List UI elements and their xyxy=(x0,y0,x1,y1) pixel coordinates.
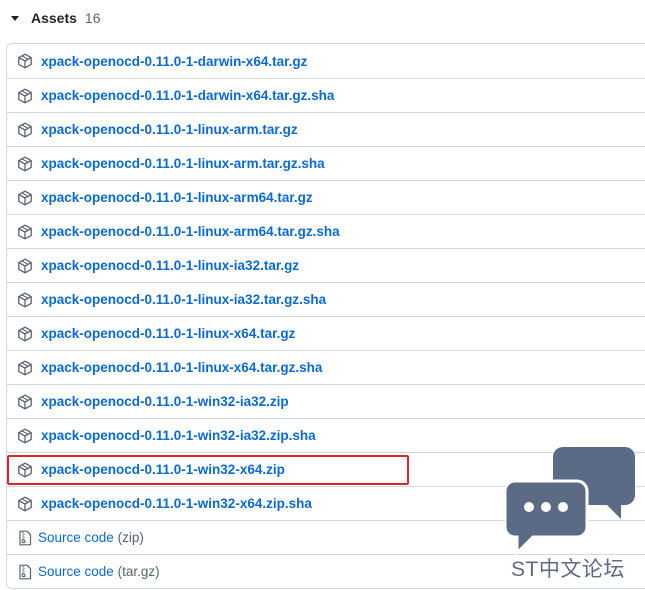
asset-link[interactable]: xpack-openocd-0.11.0-1-linux-ia32.tar.gz xyxy=(41,258,299,273)
source-code-format: (tar.gz) xyxy=(117,564,160,579)
package-icon xyxy=(17,292,33,308)
asset-link[interactable]: xpack-openocd-0.11.0-1-win32-ia32.zip xyxy=(41,394,289,409)
asset-link[interactable]: xpack-openocd-0.11.0-1-linux-arm.tar.gz.… xyxy=(41,156,325,171)
asset-link[interactable]: xpack-openocd-0.11.0-1-darwin-x64.tar.gz xyxy=(41,54,307,69)
asset-row: xpack-openocd-0.11.0-1-linux-x64.tar.gz xyxy=(7,316,645,350)
asset-row: xpack-openocd-0.11.0-1-linux-arm64.tar.g… xyxy=(7,214,645,248)
watermark-text: ST中文论坛 xyxy=(511,558,625,581)
asset-row: xpack-openocd-0.11.0-1-linux-ia32.tar.gz… xyxy=(7,282,645,316)
asset-link[interactable]: xpack-openocd-0.11.0-1-darwin-x64.tar.gz… xyxy=(41,88,334,103)
asset-row: xpack-openocd-0.11.0-1-linux-arm64.tar.g… xyxy=(7,180,645,214)
file-zip-icon xyxy=(18,564,32,580)
source-code-label: Source code xyxy=(38,564,114,579)
package-icon xyxy=(17,360,33,376)
source-code-link[interactable]: Source code (zip) xyxy=(38,530,144,545)
assets-count: 16 xyxy=(84,10,101,26)
package-icon xyxy=(17,258,33,274)
asset-row: xpack-openocd-0.11.0-1-linux-x64.tar.gz.… xyxy=(7,350,645,384)
asset-link[interactable]: xpack-openocd-0.11.0-1-win32-x64.zip xyxy=(41,462,285,477)
asset-row: xpack-openocd-0.11.0-1-darwin-x64.tar.gz… xyxy=(7,78,645,112)
package-icon xyxy=(17,326,33,342)
source-code-label: Source code xyxy=(38,530,114,545)
asset-link[interactable]: xpack-openocd-0.11.0-1-win32-ia32.zip.sh… xyxy=(41,428,316,443)
package-icon xyxy=(17,88,33,104)
package-icon xyxy=(17,53,33,69)
source-code-link[interactable]: Source code (tar.gz) xyxy=(38,564,160,579)
package-icon xyxy=(17,496,33,512)
package-icon xyxy=(17,462,33,478)
asset-link[interactable]: xpack-openocd-0.11.0-1-linux-x64.tar.gz xyxy=(41,326,295,341)
asset-link[interactable]: xpack-openocd-0.11.0-1-linux-arm64.tar.g… xyxy=(41,224,340,239)
asset-link[interactable]: xpack-openocd-0.11.0-1-linux-ia32.tar.gz… xyxy=(41,292,326,307)
assets-header[interactable]: Assets 16 xyxy=(8,6,101,30)
triangle-down-icon[interactable] xyxy=(11,15,19,21)
asset-row: xpack-openocd-0.11.0-1-win32-ia32.zip xyxy=(7,384,645,418)
package-icon xyxy=(17,156,33,172)
package-icon xyxy=(17,428,33,444)
asset-row: xpack-openocd-0.11.0-1-linux-arm.tar.gz.… xyxy=(7,146,645,180)
asset-row: xpack-openocd-0.11.0-1-darwin-x64.tar.gz xyxy=(7,44,645,78)
asset-link[interactable]: xpack-openocd-0.11.0-1-win32-x64.zip.sha xyxy=(41,496,312,511)
asset-link[interactable]: xpack-openocd-0.11.0-1-linux-x64.tar.gz.… xyxy=(41,360,322,375)
asset-link[interactable]: xpack-openocd-0.11.0-1-linux-arm64.tar.g… xyxy=(41,190,313,205)
asset-row: xpack-openocd-0.11.0-1-linux-ia32.tar.gz xyxy=(7,248,645,282)
assets-title: Assets xyxy=(31,10,77,26)
package-icon xyxy=(17,224,33,240)
asset-link[interactable]: xpack-openocd-0.11.0-1-linux-arm.tar.gz xyxy=(41,122,298,137)
package-icon xyxy=(17,122,33,138)
package-icon xyxy=(17,394,33,410)
package-icon xyxy=(17,190,33,206)
asset-row: xpack-openocd-0.11.0-1-linux-arm.tar.gz xyxy=(7,112,645,146)
file-zip-icon xyxy=(18,530,32,546)
source-code-format: (zip) xyxy=(117,530,144,545)
